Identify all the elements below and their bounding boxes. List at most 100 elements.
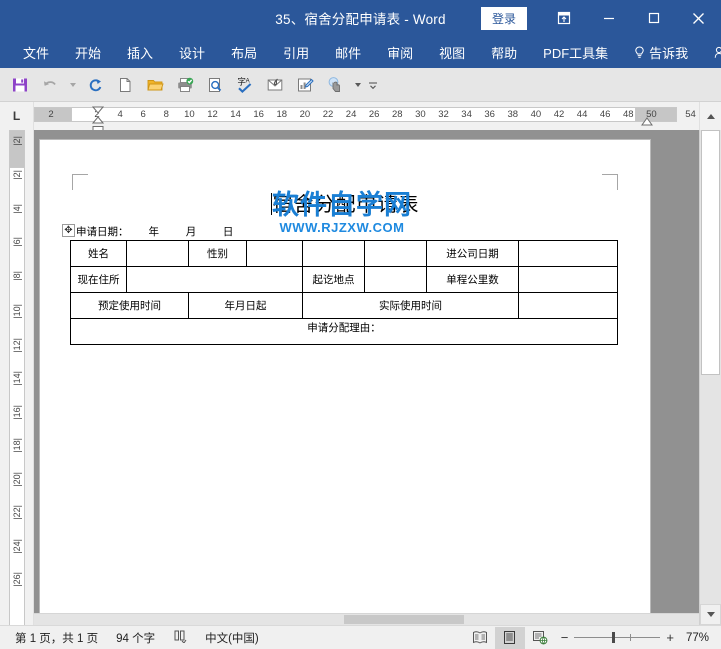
- ribbon-tab-file[interactable]: 文件: [10, 39, 62, 66]
- ruler-tick: 16: [253, 109, 264, 120]
- print-layout-icon[interactable]: [494, 626, 525, 649]
- print-preview-icon[interactable]: [201, 72, 229, 98]
- table-row[interactable]: 申请分配理由：: [70, 318, 618, 345]
- touch-mouse-mode-icon[interactable]: [321, 72, 349, 98]
- maximize-icon[interactable]: [631, 0, 676, 36]
- close-icon[interactable]: [676, 0, 721, 36]
- open-folder-icon[interactable]: [141, 72, 169, 98]
- vertical-scrollbar-track[interactable]: [700, 130, 721, 604]
- language-indicator[interactable]: 中文(中国): [196, 630, 268, 646]
- spelling-check-icon[interactable]: 字 A: [231, 72, 259, 98]
- tab-stop-selector[interactable]: L: [0, 102, 34, 130]
- vertical-scrollbar[interactable]: [699, 130, 721, 625]
- ruler-tick: 46: [599, 109, 611, 120]
- ribbon-tab-mailings[interactable]: 邮件: [322, 39, 374, 66]
- cell-reason[interactable]: 申请分配理由：: [70, 318, 618, 345]
- vertical-ruler-tick: |12|: [12, 337, 22, 353]
- sign-in-button[interactable]: 登录: [480, 6, 527, 30]
- horizontal-scrollbar[interactable]: [34, 613, 699, 625]
- web-layout-icon[interactable]: [525, 627, 555, 649]
- document-canvas[interactable]: 宿舍分配申请表 ✥ 申请日期： 年 月 日 姓名 性别 进公司日期 现在住所 起…: [34, 130, 699, 625]
- email-attachment-icon[interactable]: [261, 72, 289, 98]
- undo-dropdown-arrow[interactable]: [66, 72, 79, 98]
- zoom-percentage[interactable]: 77%: [680, 632, 715, 644]
- apply-date-line: 申请日期： 年 月 日: [76, 226, 234, 238]
- save-icon[interactable]: [6, 72, 34, 98]
- cell-planned-time-label[interactable]: 预定使用时间: [70, 292, 189, 319]
- page-indicator[interactable]: 第 1 页，共 1 页: [6, 630, 107, 646]
- cell-address-label[interactable]: 现在住所: [70, 266, 127, 293]
- ribbon-tab-insert[interactable]: 插入: [114, 39, 166, 66]
- table-move-handle-icon[interactable]: ✥: [62, 224, 75, 237]
- ribbon-tab-home[interactable]: 开始: [62, 39, 114, 66]
- cell-actual-time-value[interactable]: [518, 292, 618, 319]
- scroll-down-button[interactable]: [700, 604, 721, 625]
- ribbon-tab-pdf-tools[interactable]: PDF工具集: [530, 39, 621, 66]
- cell-name-label[interactable]: 姓名: [70, 240, 127, 267]
- ribbon-tab-help[interactable]: 帮助: [478, 39, 530, 66]
- ruler-tick: 8: [163, 109, 169, 120]
- cell-dept-label[interactable]: [302, 240, 365, 267]
- ruler-tick: 44: [576, 109, 588, 120]
- ruler-scroll-up-button[interactable]: [699, 102, 721, 130]
- read-mode-icon[interactable]: [465, 627, 495, 649]
- right-indent-marker[interactable]: [641, 113, 653, 131]
- cell-gender-value[interactable]: [246, 240, 303, 267]
- new-document-icon[interactable]: [111, 72, 139, 98]
- edit-chart-icon[interactable]: [291, 72, 319, 98]
- document-page[interactable]: 宿舍分配申请表 ✥ 申请日期： 年 月 日 姓名 性别 进公司日期 现在住所 起…: [40, 140, 650, 625]
- zoom-slider[interactable]: [574, 632, 661, 643]
- svg-text:A: A: [246, 78, 250, 84]
- ruler-tick: 40: [530, 109, 542, 120]
- cell-name-value[interactable]: [126, 240, 189, 267]
- cell-planned-time-value[interactable]: 年月日起: [188, 292, 303, 319]
- cell-actual-time-label[interactable]: 实际使用时间: [302, 292, 519, 319]
- ruler-tick: 38: [507, 109, 519, 120]
- vertical-ruler[interactable]: |2| |2| |4| |6| |8| |10| |12| |14| |16| |18| |20| |…: [0, 130, 34, 625]
- cell-address-value[interactable]: [126, 266, 303, 293]
- cell-gender-label[interactable]: 性别: [188, 240, 247, 267]
- ruler-tick: 54: [685, 109, 696, 120]
- zoom-out-button[interactable]: −: [561, 631, 569, 644]
- customize-quick-access-toolbar-icon[interactable]: [366, 72, 379, 98]
- lightbulb-icon: [634, 45, 645, 59]
- table-row[interactable]: 姓名 性别 进公司日期: [70, 240, 618, 267]
- vertical-ruler-tick: |18|: [12, 438, 22, 453]
- cell-distance-label[interactable]: 单程公里数: [426, 266, 519, 293]
- ruler-tick: 10: [184, 109, 195, 120]
- ribbon-tab-review[interactable]: 审阅: [374, 39, 426, 66]
- minimize-icon[interactable]: [586, 0, 631, 36]
- redo-icon[interactable]: [81, 72, 109, 98]
- vertical-scrollbar-thumb[interactable]: [701, 130, 720, 375]
- ruler-tick: 12: [207, 109, 218, 120]
- ribbon-tab-layout[interactable]: 布局: [218, 39, 270, 66]
- ribbon-tab-references[interactable]: 引用: [270, 39, 322, 66]
- ribbon-display-options-icon[interactable]: [541, 0, 586, 36]
- word-count[interactable]: 94 个字: [107, 630, 164, 646]
- cell-join-date-value[interactable]: [518, 240, 618, 267]
- vertical-ruler-tick: |26|: [12, 572, 22, 587]
- share-button[interactable]: 共享: [701, 39, 721, 66]
- zoom-slider-handle[interactable]: [612, 632, 616, 643]
- ribbon-tab-view[interactable]: 视图: [426, 39, 478, 66]
- proofing-errors-icon[interactable]: [164, 629, 196, 646]
- cell-distance-value[interactable]: [518, 266, 618, 293]
- table-row[interactable]: 现在住所 起讫地点 单程公里数: [70, 266, 618, 293]
- table-row[interactable]: 预定使用时间 年月日起 实际使用时间: [70, 292, 618, 319]
- application-form-table[interactable]: 姓名 性别 进公司日期 现在住所 起讫地点 单程公里数 预定使用时间 年月日起 …: [70, 240, 618, 345]
- ribbon-tab-bar: 文件 开始 插入 设计 布局 引用 邮件 审阅 视图 帮助 PDF工具集 告诉我: [0, 36, 721, 68]
- cell-join-date-label[interactable]: 进公司日期: [426, 240, 519, 267]
- ribbon-tab-design[interactable]: 设计: [166, 39, 218, 66]
- tell-me-button[interactable]: 告诉我: [621, 39, 701, 66]
- quick-print-icon[interactable]: [171, 72, 199, 98]
- cell-route-value[interactable]: [364, 266, 427, 293]
- ruler-tick: 14: [230, 109, 241, 120]
- ruler-tick: 34: [461, 109, 472, 120]
- cell-route-label[interactable]: 起讫地点: [302, 266, 365, 293]
- cell-dept-value[interactable]: [364, 240, 427, 267]
- undo-icon[interactable]: [36, 72, 64, 98]
- horizontal-ruler[interactable]: 2 2 4 6 8 10 12 14 16 18 20 22 24 26 28 30 32 34 36 38 40 42 4…: [34, 102, 699, 133]
- touch-mode-dropdown-arrow[interactable]: [351, 72, 364, 98]
- horizontal-scrollbar-thumb[interactable]: [344, 615, 464, 624]
- zoom-in-button[interactable]: +: [666, 631, 674, 644]
